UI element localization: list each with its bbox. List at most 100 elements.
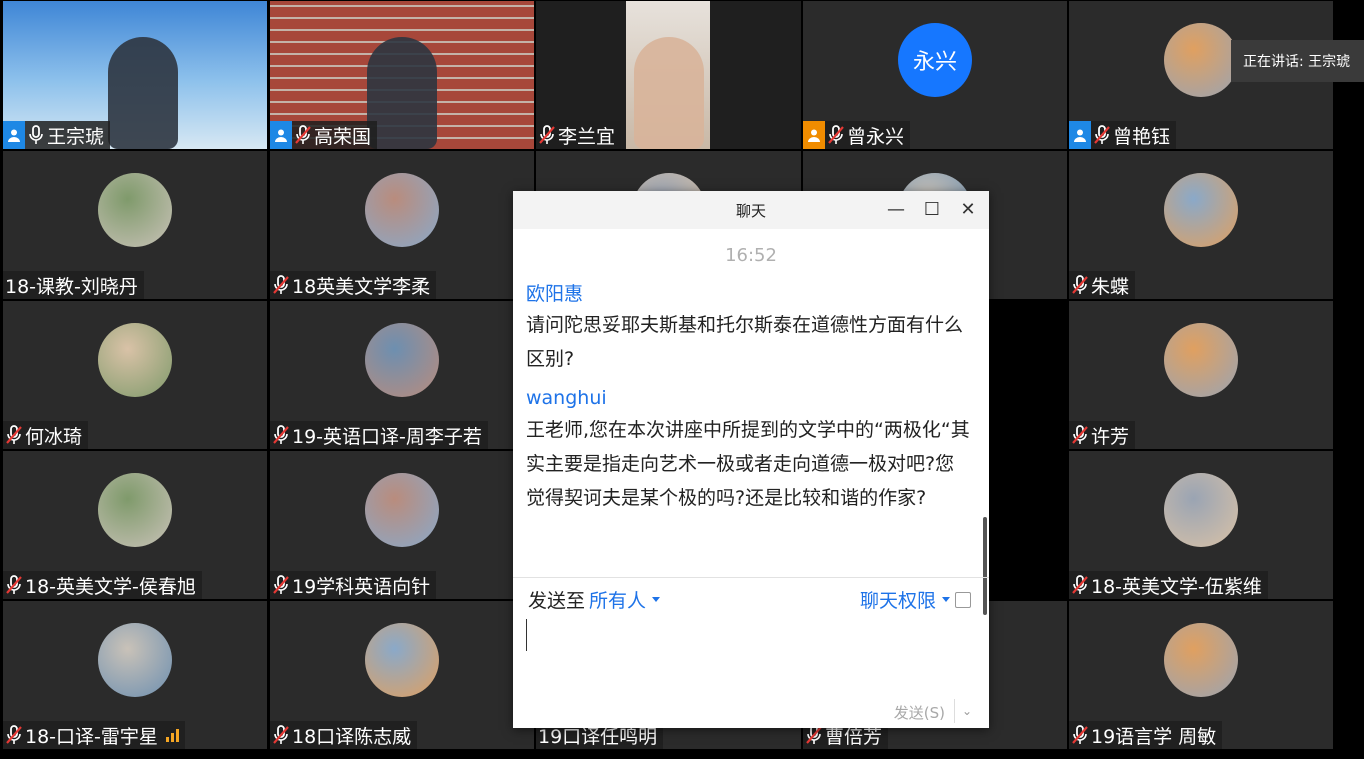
avatar xyxy=(1164,23,1238,97)
participant-tile[interactable]: 18-课教-刘晓丹 xyxy=(3,151,267,299)
nameplate: 朱蝶 xyxy=(1069,271,1136,299)
participant-tile[interactable]: 李兰宜 xyxy=(536,1,801,149)
mic-muted-icon xyxy=(538,124,556,146)
mic-icon xyxy=(27,124,45,146)
mic-muted-icon xyxy=(1071,424,1089,446)
participant-tile[interactable]: 许芳 xyxy=(1069,301,1333,449)
send-to-label: 发送至 xyxy=(528,590,586,612)
user-role-icon xyxy=(1069,121,1091,149)
participant-name: 朱蝶 xyxy=(1091,275,1130,298)
nameplate: 18-英美文学-侯春旭 xyxy=(3,571,202,599)
mic-muted-icon xyxy=(827,124,845,146)
mic-muted-icon xyxy=(272,724,290,746)
avatar xyxy=(1164,623,1238,697)
nameplate: 18口译陈志威 xyxy=(270,721,418,749)
mic-muted-icon xyxy=(1093,124,1111,146)
participant-tile[interactable]: 18-英美文学-伍紫维 xyxy=(1069,451,1333,599)
minimize-icon[interactable]: — xyxy=(885,197,907,221)
mic-muted-icon xyxy=(272,574,290,596)
participant-name: 19-英语口译-周李子若 xyxy=(292,425,482,448)
nameplate: 高荣国 xyxy=(270,121,378,149)
message-text: 王老师,您在本次讲座中所提到的文学中的“两极化“其实主要是指走向艺术一极或者走向… xyxy=(526,419,970,509)
person-silhouette xyxy=(367,37,437,149)
dropdown-caret-icon[interactable] xyxy=(942,597,950,602)
close-icon[interactable]: ✕ xyxy=(957,197,979,221)
chevron-down-icon[interactable]: ⌄ xyxy=(959,701,975,721)
participant-tile[interactable]: 18英美文学李柔 xyxy=(270,151,534,299)
avatar: 永兴 xyxy=(898,23,972,97)
mic-muted-icon xyxy=(294,124,312,146)
nameplate: 18-课教-刘晓丹 xyxy=(3,271,144,299)
participant-tile[interactable]: 18口译陈志威 xyxy=(270,601,534,749)
participant-name: 18英美文学李柔 xyxy=(292,275,431,298)
participant-tile[interactable]: 19-英语口译-周李子若 xyxy=(270,301,534,449)
nameplate: 许芳 xyxy=(1069,421,1136,449)
user-role-icon xyxy=(270,121,292,149)
avatar xyxy=(98,173,172,247)
user-role-icon xyxy=(3,121,25,149)
participant-tile[interactable]: 高荣国 xyxy=(270,1,534,149)
nameplate: 曾永兴 xyxy=(803,121,911,149)
participant-tile[interactable]: 朱蝶 xyxy=(1069,151,1333,299)
participant-tile[interactable]: 王宗琥 xyxy=(3,1,267,149)
avatar xyxy=(98,623,172,697)
message-text: 请问陀思妥耶夫斯基和托尔斯泰在道德性方面有什么区别? xyxy=(526,314,964,370)
chat-window[interactable]: 聊天 — ☐ ✕ 16:52 欧阳惠 请问陀思妥耶夫斯基和托尔斯泰在道德性方面有… xyxy=(513,191,989,728)
participant-tile[interactable]: 何冰琦 xyxy=(3,301,267,449)
nameplate: 曾艳钰 xyxy=(1069,121,1177,149)
chat-divider xyxy=(513,577,989,578)
person-silhouette xyxy=(633,37,704,149)
participant-name: 高荣国 xyxy=(314,125,372,148)
participant-tile[interactable]: 18-英美文学-侯春旭 xyxy=(3,451,267,599)
chat-titlebar[interactable]: 聊天 — ☐ ✕ xyxy=(513,191,989,229)
nameplate: 18-口译-雷宇星 xyxy=(3,721,185,749)
avatar xyxy=(98,473,172,547)
participant-tile[interactable]: 永兴曾永兴 xyxy=(803,1,1067,149)
participant-name: 18-英美文学-侯春旭 xyxy=(25,575,196,598)
mic-muted-icon xyxy=(5,574,23,596)
dropdown-caret-icon[interactable] xyxy=(652,597,661,602)
avatar xyxy=(365,623,439,697)
mic-muted-icon xyxy=(5,724,23,746)
nameplate: 18-英美文学-伍紫维 xyxy=(1069,571,1268,599)
participant-name: 王宗琥 xyxy=(47,125,105,148)
participant-name: 曾艳钰 xyxy=(1113,125,1171,148)
participant-name: 19语言学 周敏 xyxy=(1091,725,1217,748)
send-to-value[interactable]: 所有人 xyxy=(589,586,646,613)
participant-name: 许芳 xyxy=(1091,425,1130,448)
chat-permission-label[interactable]: 聊天权限 xyxy=(860,586,936,613)
nameplate: 李兰宜 xyxy=(536,121,622,149)
chat-permission-menu[interactable]: 聊天权限 xyxy=(860,586,971,613)
avatar xyxy=(98,323,172,397)
nameplate: 19语言学 周敏 xyxy=(1069,721,1223,749)
maximize-icon[interactable]: ☐ xyxy=(921,197,943,221)
send-button[interactable]: 发送(S) xyxy=(894,702,945,723)
chat-title: 聊天 xyxy=(735,201,766,220)
send-to-selector[interactable]: 发送至 所有人 xyxy=(528,586,661,613)
participant-tile[interactable]: 19学科英语向针 xyxy=(270,451,534,599)
nameplate: 19-英语口译-周李子若 xyxy=(270,421,488,449)
participant-tile[interactable]: 18-口译-雷宇星 xyxy=(3,601,267,749)
message-sender: wanghui xyxy=(526,387,607,409)
participant-tile[interactable]: 19语言学 周敏 xyxy=(1069,601,1333,749)
mic-muted-icon xyxy=(1071,574,1089,596)
participant-name: 李兰宜 xyxy=(558,125,616,148)
avatar xyxy=(365,173,439,247)
chat-input[interactable] xyxy=(525,616,975,676)
screenshot-icon[interactable] xyxy=(955,591,971,608)
avatar xyxy=(1164,173,1238,247)
chat-message-list[interactable]: 16:52 欧阳惠 请问陀思妥耶夫斯基和托尔斯泰在道德性方面有什么区别? wan… xyxy=(513,229,989,615)
mic-muted-icon xyxy=(272,424,290,446)
mic-muted-icon xyxy=(5,424,23,446)
participant-name: 18-口译-雷宇星 xyxy=(25,725,158,748)
nameplate: 18英美文学李柔 xyxy=(270,271,437,299)
avatar xyxy=(365,323,439,397)
user-role-icon xyxy=(803,121,825,149)
send-separator xyxy=(954,699,955,723)
avatar xyxy=(1164,473,1238,547)
active-speaker-label: 正在讲话: 王宗琥 xyxy=(1231,40,1364,82)
avatar xyxy=(365,473,439,547)
mic-muted-icon xyxy=(1071,724,1089,746)
chat-scrollbar[interactable] xyxy=(983,517,987,615)
participant-name: 何冰琦 xyxy=(25,425,83,448)
